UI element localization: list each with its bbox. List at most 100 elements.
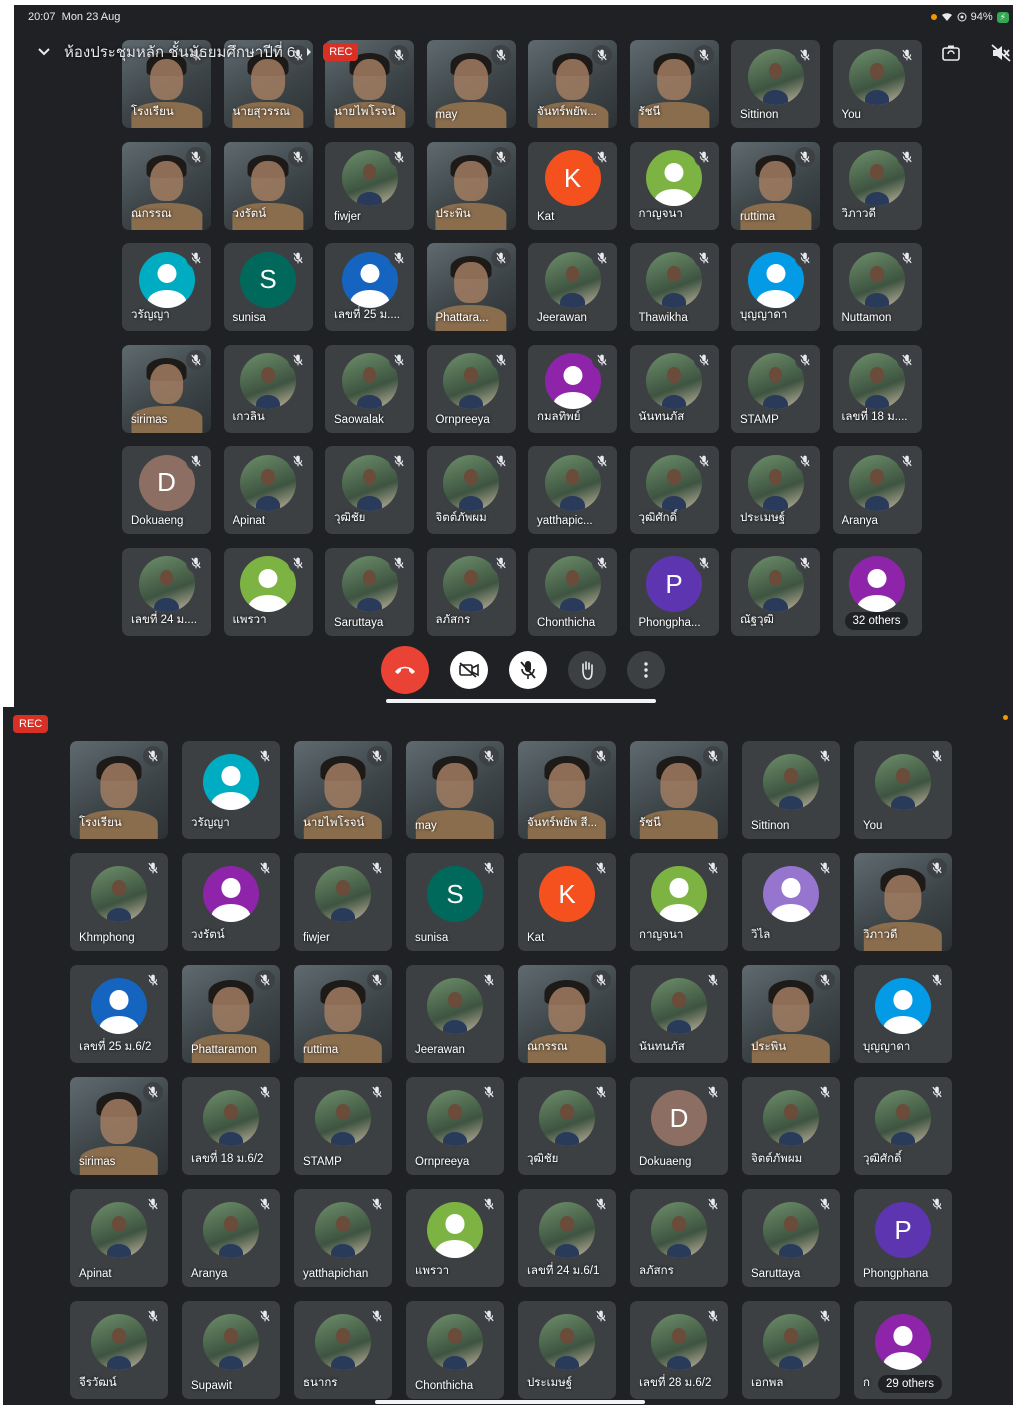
participant-tile[interactable]: STAMP: [294, 1077, 392, 1175]
phone-hangup-icon[interactable]: [381, 646, 429, 694]
participant-tile[interactable]: ประเมษฐ์: [518, 1301, 616, 1399]
participant-tile[interactable]: ก 29 others: [854, 1301, 952, 1399]
participant-tile[interactable]: Apinat: [223, 446, 313, 534]
participant-tile[interactable]: จิตต์ภัพผม: [426, 446, 516, 534]
participant-tile[interactable]: วรัญญา: [182, 741, 280, 839]
participant-tile[interactable]: Ssunisa: [223, 243, 313, 331]
participant-tile[interactable]: วุฒิชัย: [518, 1077, 616, 1175]
participant-tile[interactable]: K Kat: [528, 141, 617, 230]
flip-camera-icon[interactable]: [939, 41, 963, 65]
participant-tile[interactable]: วรัญญา: [122, 243, 211, 331]
participant-tile[interactable]: Sittinon: [742, 741, 840, 839]
participant-tile[interactable]: P Phongphana: [854, 1189, 952, 1287]
chevron-down-icon[interactable]: [34, 42, 54, 62]
participant-tile[interactable]: ruttima: [294, 965, 392, 1063]
participant-tile[interactable]: จีรวัฒน์: [70, 1301, 168, 1399]
participant-tile[interactable]: Saowalak: [325, 344, 414, 433]
participant-tile[interactable]: ณกรรณ: [122, 141, 211, 230]
participant-tile[interactable]: Jeerawan: [406, 965, 504, 1063]
raise-hand-icon[interactable]: [568, 651, 606, 689]
participant-tile[interactable]: นันทนภัส: [630, 965, 728, 1063]
participant-tile[interactable]: เลขที่ 25 ม.6/2: [70, 965, 168, 1063]
participant-tile[interactable]: วุฒิศักดิ์: [629, 446, 719, 534]
participant-tile[interactable]: นันทนภัส: [629, 344, 719, 433]
participant-tile[interactable]: may: [426, 40, 516, 128]
participant-tile[interactable]: จันทร์พยัพ สี...: [518, 741, 616, 839]
participant-tile[interactable]: ลภัสกร: [630, 1189, 728, 1287]
participant-tile[interactable]: บุญญาดา: [731, 243, 820, 331]
participant-tile[interactable]: Sittinon: [731, 40, 820, 128]
participant-tile[interactable]: K Kat: [518, 853, 616, 951]
participant-tile[interactable]: เลขที่ 18 ม....: [832, 344, 922, 433]
participant-tile[interactable]: นายไพโรจน์: [294, 741, 392, 839]
participant-tile[interactable]: วุฒิชัย: [325, 446, 414, 534]
participant-tile[interactable]: Saruttaya: [742, 1189, 840, 1287]
participant-tile[interactable]: เลขที่ 25 ม....: [325, 243, 414, 331]
participant-tile[interactable]: บุญญาดา: [854, 965, 952, 1063]
participant-tile[interactable]: ประพิน: [742, 965, 840, 1063]
participant-tile[interactable]: โรงเรียน: [70, 741, 168, 839]
participant-tile[interactable]: Aranya: [182, 1189, 280, 1287]
mic-off-icon[interactable]: [509, 651, 547, 689]
participant-tile[interactable]: ประเมษฐ์: [731, 446, 820, 534]
participant-tile[interactable]: Saruttaya: [325, 547, 414, 636]
participant-tile[interactable]: เกวลิน: [223, 344, 313, 433]
participant-tile[interactable]: Ssunisa: [406, 853, 504, 951]
more-vert-icon[interactable]: [627, 651, 665, 689]
participant-tile[interactable]: Aranya: [832, 446, 922, 534]
participant-tile[interactable]: วุฒิศักดิ์: [854, 1077, 952, 1175]
participant-tile[interactable]: Phattara...: [426, 243, 516, 331]
participant-tile[interactable]: ธนากร: [294, 1301, 392, 1399]
participant-tile[interactable]: Thawikha: [629, 243, 719, 331]
others-count[interactable]: 32 others: [844, 611, 909, 630]
participant-tile[interactable]: D Dokuaeng: [122, 446, 211, 534]
participant-tile[interactable]: วิภาวดี: [854, 853, 952, 951]
participant-tile[interactable]: กมลทิพย์: [528, 344, 617, 433]
participant-tile[interactable]: Khmphong: [70, 853, 168, 951]
participant-tile[interactable]: ruttima: [731, 141, 820, 230]
participant-tile[interactable]: may: [406, 741, 504, 839]
participant-tile[interactable]: เลขที่ 18 ม.6/2: [182, 1077, 280, 1175]
participant-tile[interactable]: จิตต์ภัพผม: [742, 1077, 840, 1175]
participant-tile[interactable]: ณกรรณ: [518, 965, 616, 1063]
participant-tile[interactable]: Phattaramon: [182, 965, 280, 1063]
participant-tile[interactable]: You: [854, 741, 952, 839]
participant-tile[interactable]: รัชนี: [630, 741, 728, 839]
participant-tile[interactable]: เลขที่ 28 ม.6/2: [630, 1301, 728, 1399]
participant-tile[interactable]: P Phongpha...: [629, 547, 719, 636]
participant-tile[interactable]: 32 others: [832, 547, 922, 636]
participant-tile[interactable]: กาญจนา: [630, 853, 728, 951]
participant-tile[interactable]: Nuttamon: [832, 243, 922, 331]
participant-tile[interactable]: Chonthicha: [406, 1301, 504, 1399]
participant-tile[interactable]: Ornpreeya: [426, 344, 516, 433]
participant-tile[interactable]: ณัฐวุฒิ: [731, 547, 820, 636]
participant-tile[interactable]: จันทร์พยัพ...: [528, 40, 617, 128]
participant-tile[interactable]: วงรัตน์: [182, 853, 280, 951]
participant-tile[interactable]: yatthapic...: [528, 446, 617, 534]
participant-tile[interactable]: You: [832, 40, 922, 128]
participant-tile[interactable]: วิภาวดี: [832, 141, 922, 230]
participant-tile[interactable]: sirimas: [122, 344, 211, 433]
participant-tile[interactable]: Jeerawan: [528, 243, 617, 331]
participant-tile[interactable]: fiwjer: [325, 141, 414, 230]
others-count[interactable]: 29 others: [878, 1375, 942, 1393]
chevron-right-icon[interactable]: [305, 47, 313, 57]
participant-tile[interactable]: เลขที่ 24 ม.6/1: [518, 1189, 616, 1287]
participant-tile[interactable]: D Dokuaeng: [630, 1077, 728, 1175]
participant-tile[interactable]: รัชนี: [629, 40, 719, 128]
participant-tile[interactable]: เอกพล: [742, 1301, 840, 1399]
participant-tile[interactable]: แพรวา: [223, 547, 313, 636]
participant-tile[interactable]: yatthapichan: [294, 1189, 392, 1287]
participant-tile[interactable]: STAMP: [731, 344, 820, 433]
participant-tile[interactable]: fiwjer: [294, 853, 392, 951]
participant-tile[interactable]: เลขที่ 24 ม....: [122, 547, 211, 636]
participant-tile[interactable]: ลภัสกร: [426, 547, 516, 636]
participant-tile[interactable]: Apinat: [70, 1189, 168, 1287]
participant-tile[interactable]: กาญจนา: [629, 141, 719, 230]
participant-tile[interactable]: Chonthicha: [528, 547, 617, 636]
speaker-off-icon[interactable]: [989, 41, 1013, 65]
participant-tile[interactable]: แพรวา: [406, 1189, 504, 1287]
participant-tile[interactable]: ประพิน: [426, 141, 516, 230]
participant-tile[interactable]: Ornpreeya: [406, 1077, 504, 1175]
participant-tile[interactable]: Supawit: [182, 1301, 280, 1399]
